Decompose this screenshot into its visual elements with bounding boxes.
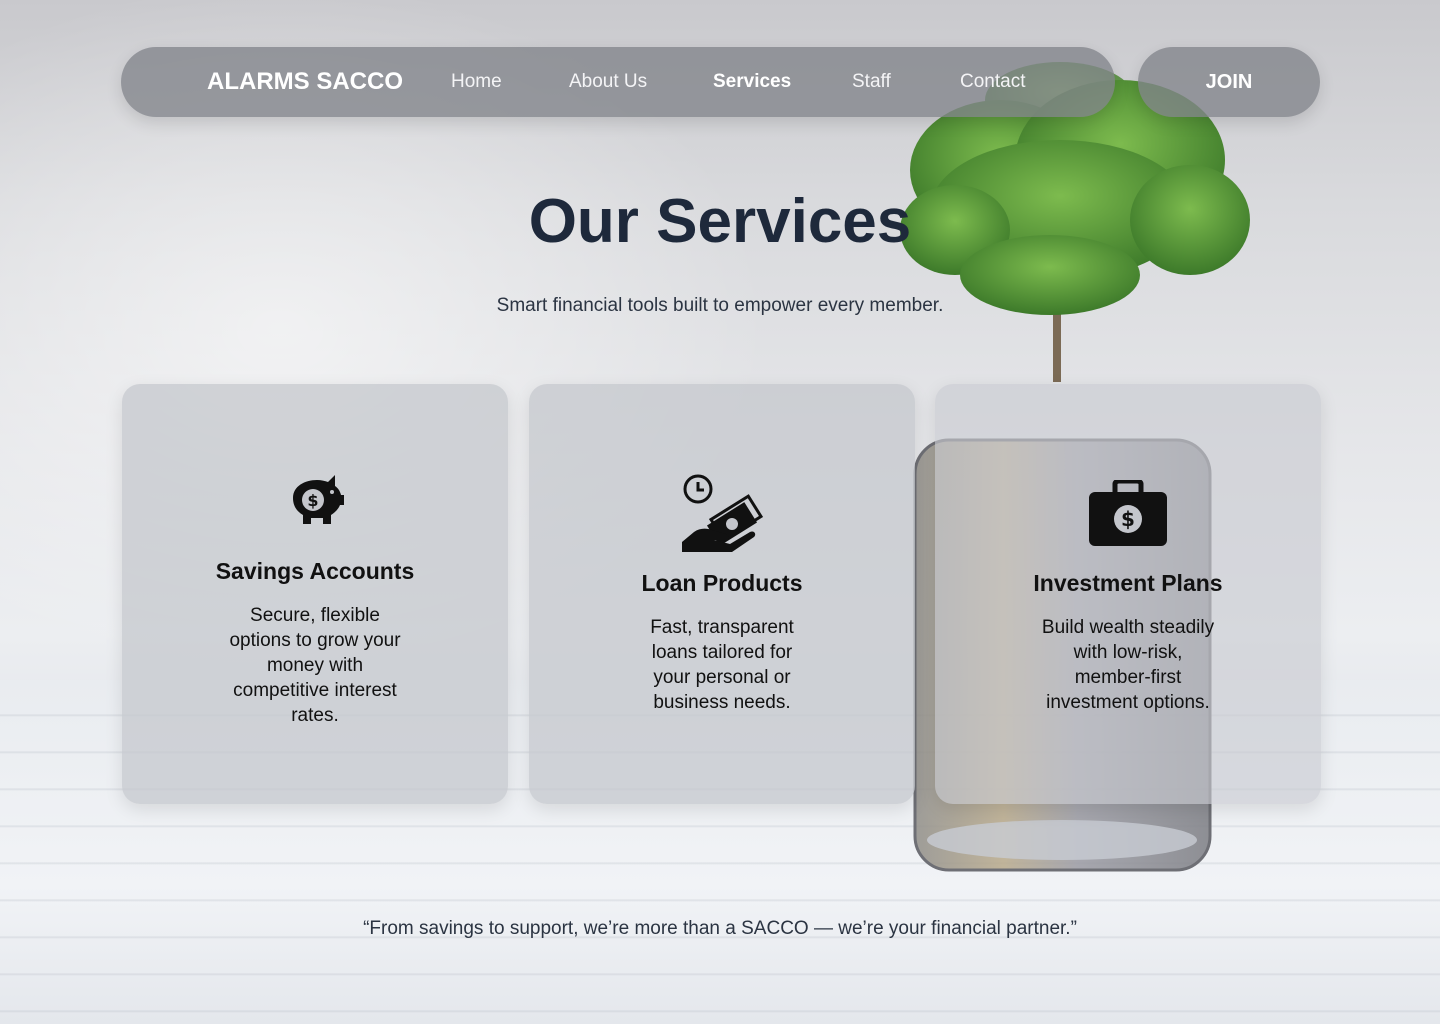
- svg-text:$: $: [307, 491, 318, 510]
- nav-about-us[interactable]: About Us: [569, 47, 647, 117]
- footer-quote: “From savings to support, we’re more tha…: [363, 918, 1077, 939]
- card-title: Loan Products: [641, 570, 803, 596]
- service-card-investments[interactable]: $ Investment Plans Build wealth steadily…: [935, 384, 1321, 804]
- loan-hand-cash-clock-icon: [529, 472, 915, 556]
- card-description: Fast, transparent loans tailored for you…: [650, 617, 794, 713]
- card-title: Investment Plans: [1033, 570, 1223, 596]
- page-subtitle: Smart financial tools built to empower e…: [496, 295, 944, 316]
- card-title: Savings Accounts: [215, 558, 415, 584]
- brand-logo-text[interactable]: ALARMS SACCO: [207, 47, 403, 117]
- piggy-bank-icon: $: [122, 472, 508, 530]
- join-button[interactable]: JOIN: [1138, 47, 1320, 117]
- card-description: Build wealth steadily with low-risk, mem…: [1041, 617, 1215, 713]
- service-card-loans[interactable]: Loan Products Fast, transparent loans ta…: [529, 384, 915, 804]
- svg-text:$: $: [1121, 507, 1135, 531]
- service-card-savings[interactable]: $ Savings Accounts Secure, flexible opti…: [122, 384, 508, 804]
- services-page: ALARMS SACCO Home About Us Services Staf…: [0, 0, 1440, 1024]
- nav-staff[interactable]: Staff: [852, 47, 891, 117]
- card-description: Secure, flexible options to grow your mo…: [229, 605, 401, 726]
- page-title: Our Services: [528, 187, 912, 256]
- nav-services[interactable]: Services: [713, 47, 791, 117]
- top-nav: ALARMS SACCO Home About Us Services Staf…: [121, 47, 1115, 117]
- nav-home[interactable]: Home: [451, 47, 502, 117]
- nav-contact[interactable]: Contact: [960, 47, 1025, 117]
- money-briefcase-icon: $: [935, 478, 1321, 552]
